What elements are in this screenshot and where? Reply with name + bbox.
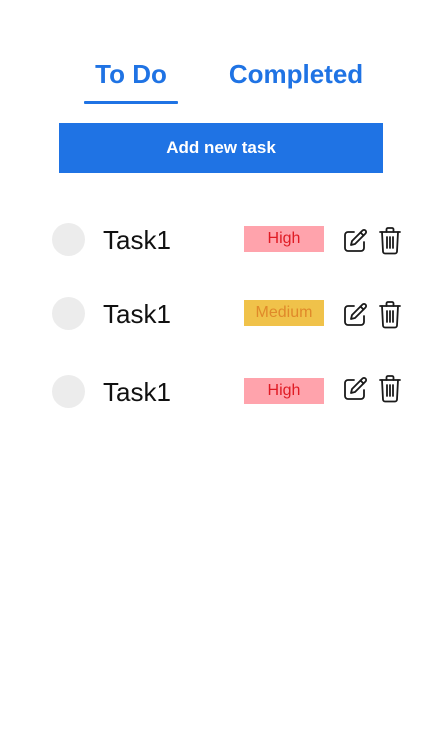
task-title: Task1 [103, 377, 171, 407]
edit-icon[interactable] [340, 226, 370, 256]
task-complete-checkbox[interactable] [52, 375, 85, 408]
tab-completed-label: Completed [228, 59, 364, 89]
task-title: Task1 [103, 299, 171, 329]
task-row: Task1 Medium [0, 274, 443, 334]
add-task-button[interactable]: Add new task [59, 123, 383, 173]
priority-badge: Medium [244, 300, 324, 326]
priority-badge: High [244, 378, 324, 404]
trash-icon[interactable] [377, 300, 407, 330]
edit-icon[interactable] [340, 374, 370, 404]
trash-icon[interactable] [377, 226, 407, 256]
tab-completed[interactable]: Completed [218, 56, 374, 104]
task-row: Task1 High [0, 200, 443, 260]
task-title: Task1 [103, 225, 171, 255]
task-row: Task1 High [0, 352, 443, 412]
tab-bar: To Do Completed [0, 0, 443, 110]
edit-icon[interactable] [340, 300, 370, 330]
task-complete-checkbox[interactable] [52, 223, 85, 256]
task-complete-checkbox[interactable] [52, 297, 85, 330]
trash-icon[interactable] [377, 374, 407, 404]
active-tab-indicator [84, 101, 178, 104]
tab-todo[interactable]: To Do [84, 56, 178, 104]
tab-todo-label: To Do [95, 59, 167, 89]
priority-badge: High [244, 226, 324, 252]
